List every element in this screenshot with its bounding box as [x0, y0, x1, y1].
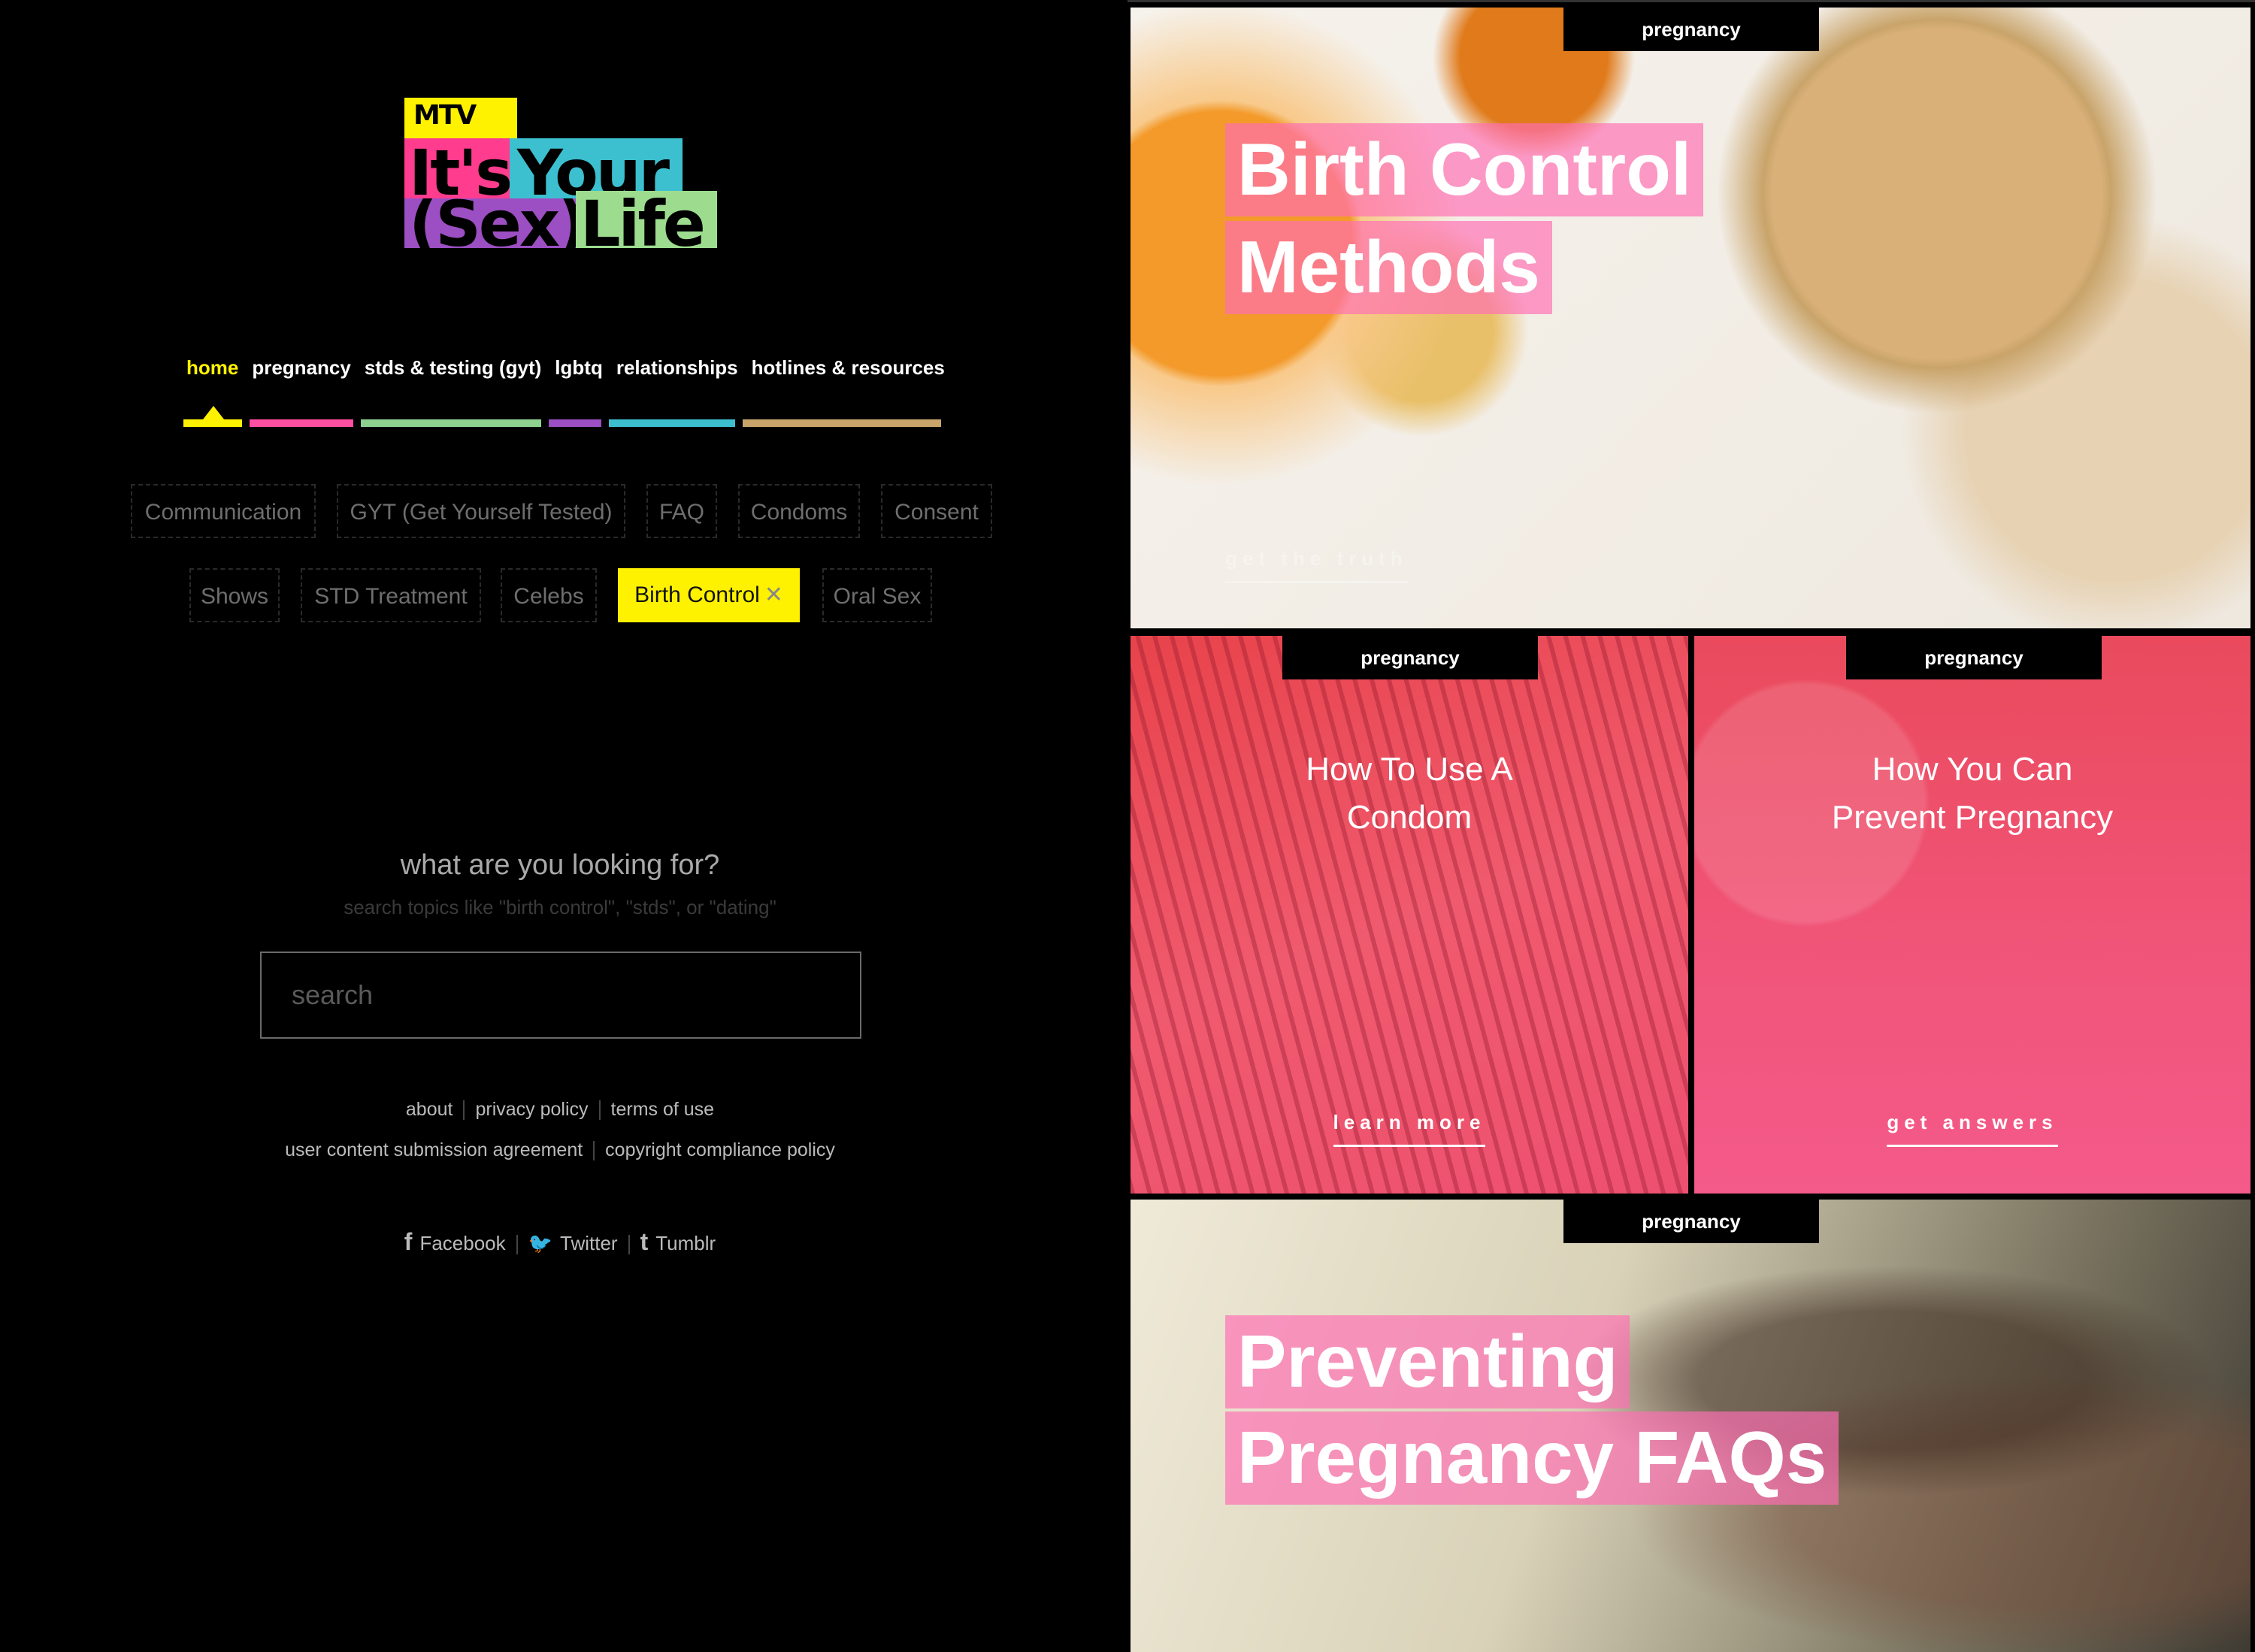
- card-title-line-2: Pregnancy FAQs: [1225, 1411, 1839, 1505]
- nav-pregnancy[interactable]: pregnancy: [252, 356, 351, 386]
- tag-condoms[interactable]: Condoms: [738, 484, 860, 538]
- category-badge[interactable]: pregnancy: [1563, 8, 1819, 51]
- logo-word-its: It's: [404, 138, 510, 198]
- tag-celebs[interactable]: Celebs: [501, 568, 597, 622]
- card-cta: learn more: [1131, 1111, 1688, 1147]
- active-nav-caret-icon: [203, 406, 224, 419]
- divider: [628, 1235, 630, 1255]
- divider: [598, 1100, 601, 1121]
- card-how-to-use-condom[interactable]: pregnancy How To Use A Condom learn more: [1131, 636, 1688, 1194]
- category-badge[interactable]: pregnancy: [1563, 1200, 1819, 1243]
- user-content-agreement-link[interactable]: user content submission agreement: [285, 1139, 583, 1160]
- facebook-link[interactable]: f Facebook: [404, 1228, 506, 1255]
- tag-faq[interactable]: FAQ: [646, 484, 717, 538]
- card-cta: get answers: [1694, 1111, 2250, 1147]
- social-links: f Facebook 🐦 Twitter t Tumblr: [0, 1228, 1120, 1256]
- tumblr-link[interactable]: t Tumblr: [640, 1228, 716, 1255]
- card-title: How To Use A Condom: [1306, 751, 1513, 836]
- twitter-link[interactable]: 🐦 Twitter: [528, 1232, 618, 1254]
- tumblr-label: Tumblr: [655, 1232, 716, 1254]
- left-panel: MTV It's Your (Sex) Life home pregnancy …: [0, 0, 1128, 1652]
- nav-hotlines-resources[interactable]: hotlines & resources: [752, 356, 945, 386]
- logo-word-life: Life: [576, 191, 717, 248]
- main-nav: home pregnancy stds & testing (gyt) lgbt…: [186, 356, 958, 386]
- copyright-policy-link[interactable]: copyright compliance policy: [605, 1139, 835, 1160]
- get-answers-link[interactable]: get answers: [1887, 1111, 2058, 1147]
- facebook-label: Facebook: [419, 1232, 506, 1254]
- nav-bar-pregnancy: [250, 419, 353, 427]
- get-the-truth-link[interactable]: get the truth: [1225, 547, 1408, 583]
- learn-more-link[interactable]: learn more: [1333, 1111, 1486, 1147]
- card-prevent-pregnancy[interactable]: pregnancy How You Can Prevent Pregnancy g…: [1694, 636, 2250, 1194]
- tag-gyt[interactable]: GYT (Get Yourself Tested): [337, 484, 625, 538]
- about-link[interactable]: about: [406, 1099, 453, 1120]
- card-title-line-1: Birth Control: [1225, 123, 1704, 216]
- nav-bar-hotlines: [743, 419, 941, 427]
- tag-birth-control-selected[interactable]: Birth Control ✕: [618, 568, 800, 622]
- tag-row-1: Communication GYT (Get Yourself Tested) …: [0, 484, 1128, 541]
- card-birth-control-methods[interactable]: pregnancy Birth Control Methods get the …: [1131, 8, 2250, 628]
- footer-links-row-2: user content submission agreement copyrig…: [0, 1139, 1120, 1161]
- card-preventing-pregnancy-faqs[interactable]: pregnancy Preventing Pregnancy FAQs: [1131, 1200, 2250, 1652]
- category-badge[interactable]: pregnancy: [1846, 636, 2102, 679]
- tag-shows[interactable]: Shows: [189, 568, 280, 622]
- nav-lgbtq[interactable]: lgbtq: [555, 356, 603, 386]
- card-cta: get the truth: [1225, 547, 1408, 583]
- nav-stds-testing[interactable]: stds & testing (gyt): [365, 356, 541, 386]
- divider: [463, 1100, 465, 1121]
- nav-home[interactable]: home: [186, 356, 238, 386]
- site-logo[interactable]: MTV It's Your (Sex) Life: [404, 98, 720, 248]
- footer-links-row-1: about privacy policy terms of use: [0, 1099, 1120, 1121]
- tag-communication[interactable]: Communication: [131, 484, 316, 538]
- nav-bar-relationships: [609, 419, 735, 427]
- search-input[interactable]: [262, 953, 860, 1037]
- twitter-icon: 🐦: [528, 1232, 553, 1254]
- facebook-icon: f: [404, 1228, 413, 1255]
- mtv-logo: MTV: [404, 98, 517, 138]
- nav-relationships[interactable]: relationships: [616, 356, 738, 386]
- card-title-line-2: Methods: [1225, 221, 1552, 314]
- remove-tag-icon[interactable]: ✕: [764, 582, 783, 607]
- nav-bar-lgbtq: [549, 419, 601, 427]
- tumblr-icon: t: [640, 1228, 649, 1255]
- card-title-line-1: Preventing: [1225, 1315, 1630, 1408]
- privacy-policy-link[interactable]: privacy policy: [475, 1099, 588, 1120]
- tag-consent[interactable]: Consent: [881, 484, 992, 538]
- search-box: [260, 952, 861, 1039]
- nav-bar-stds: [361, 419, 541, 427]
- twitter-label: Twitter: [560, 1232, 618, 1254]
- logo-word-sex: (Sex): [404, 198, 576, 248]
- search-hint: search topics like "birth control", "std…: [344, 896, 776, 918]
- tag-birth-control-label: Birth Control: [634, 582, 760, 607]
- nav-bar-home: [183, 419, 242, 427]
- tag-row-2: Shows STD Treatment Celebs Birth Control…: [0, 568, 1128, 625]
- logo-word-your: Your: [510, 138, 683, 198]
- divider: [516, 1235, 518, 1255]
- search-heading: what are you looking for?: [400, 849, 720, 881]
- category-badge[interactable]: pregnancy: [1282, 636, 1538, 679]
- tag-std-treatment[interactable]: STD Treatment: [301, 568, 481, 622]
- divider: [593, 1141, 595, 1161]
- tag-oral-sex[interactable]: Oral Sex: [822, 568, 932, 622]
- terms-of-use-link[interactable]: terms of use: [611, 1099, 715, 1120]
- card-title: How You Can Prevent Pregnancy: [1831, 751, 2114, 836]
